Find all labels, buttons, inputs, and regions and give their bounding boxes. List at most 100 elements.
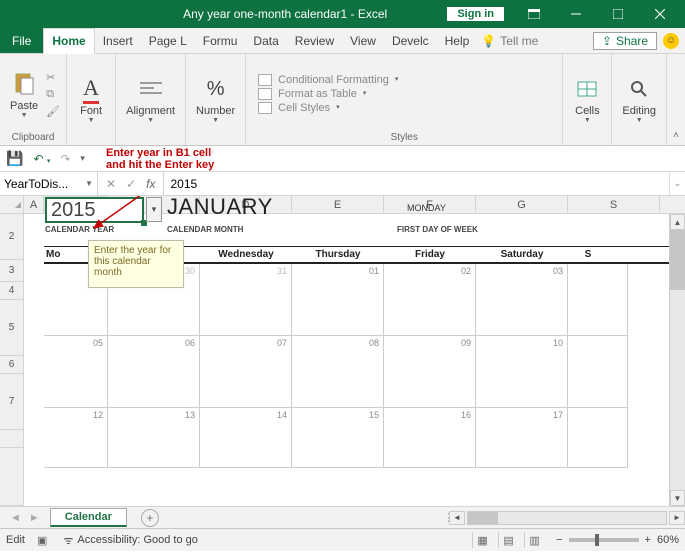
day-cell[interactable]: 15 xyxy=(292,408,384,468)
fx-icon[interactable]: fx xyxy=(146,177,155,191)
zoom-level[interactable]: 60% xyxy=(657,534,679,546)
close-icon[interactable] xyxy=(639,0,681,28)
row-4[interactable]: 4 xyxy=(0,282,24,300)
scroll-down-icon[interactable]: ▼ xyxy=(670,490,685,506)
worksheet-grid[interactable]: ◢ A B C D E F G S 2 3 4 5 6 7 2015 ▼ JAN… xyxy=(0,196,685,506)
day-cell[interactable]: 03 xyxy=(476,264,568,336)
row-7[interactable]: 7 xyxy=(0,374,24,430)
day-cell[interactable]: 06 xyxy=(108,336,200,408)
hscroll-thumb[interactable] xyxy=(468,512,498,524)
accessibility-label: Accessibility: Good to go xyxy=(77,534,197,546)
day-cell[interactable]: 31 xyxy=(200,264,292,336)
hscroll-track[interactable] xyxy=(467,511,667,525)
next-sheet-icon[interactable]: ► xyxy=(29,512,40,524)
font-button[interactable]: A Font▼ xyxy=(73,73,109,126)
customize-qat-icon[interactable]: ▾ xyxy=(80,153,85,164)
expand-formula-bar-icon[interactable]: ⌄ xyxy=(669,172,685,195)
cell-styles-button[interactable]: Cell Styles▾ xyxy=(258,102,339,114)
format-painter-icon[interactable]: 🖌 xyxy=(46,105,60,118)
scroll-track[interactable] xyxy=(670,230,685,490)
tab-view[interactable]: View xyxy=(342,28,384,53)
macro-record-icon[interactable]: ▣ xyxy=(37,534,47,547)
feedback-icon[interactable]: ☺ xyxy=(663,33,679,49)
minimize-icon[interactable] xyxy=(555,0,597,28)
new-sheet-icon[interactable]: + xyxy=(141,509,159,527)
day-cell[interactable]: 12 xyxy=(44,408,108,468)
day-cell[interactable]: 09 xyxy=(384,336,476,408)
vertical-scrollbar[interactable]: ▲ ▼ xyxy=(669,214,685,506)
name-box[interactable]: YearToDis... ▼ xyxy=(0,172,98,195)
scroll-left-icon[interactable]: ◄ xyxy=(449,511,465,525)
signin-button[interactable]: Sign in xyxy=(446,6,505,22)
day-cell[interactable]: 08 xyxy=(292,336,384,408)
day-cell[interactable]: 02 xyxy=(384,264,476,336)
row-6[interactable]: 6 xyxy=(0,356,24,374)
zoom-in-icon[interactable]: + xyxy=(645,534,651,546)
tab-formulas[interactable]: Formu xyxy=(195,28,246,53)
page-layout-view-icon[interactable]: ▤ xyxy=(498,532,518,548)
copy-icon[interactable]: ⧉ xyxy=(46,88,60,101)
share-button[interactable]: ⇪Share xyxy=(593,32,657,50)
day-cell[interactable]: 10 xyxy=(476,336,568,408)
day-cell[interactable]: 05 xyxy=(44,336,108,408)
cut-icon[interactable]: ✂ xyxy=(46,71,60,84)
row-8[interactable] xyxy=(0,430,24,448)
row-3[interactable]: 3 xyxy=(0,260,24,282)
ribbon-display-options-icon[interactable] xyxy=(513,0,555,28)
day-cell[interactable]: 14 xyxy=(200,408,292,468)
conditional-formatting-button[interactable]: Conditional Formatting▾ xyxy=(258,74,398,86)
collapse-ribbon-icon[interactable]: ˄ xyxy=(667,54,685,145)
day-cell[interactable]: 01 xyxy=(292,264,384,336)
tab-developer[interactable]: Develc xyxy=(384,28,437,53)
maximize-icon[interactable] xyxy=(597,0,639,28)
formula-input[interactable]: 2015 xyxy=(164,172,669,195)
paste-button[interactable]: Paste ▼ xyxy=(6,68,42,121)
day-cell[interactable]: 07 xyxy=(200,336,292,408)
day-cell[interactable]: 17 xyxy=(476,408,568,468)
format-as-table-button[interactable]: Format as Table▾ xyxy=(258,88,366,100)
year-dropdown-icon[interactable]: ▼ xyxy=(146,197,162,222)
tab-review[interactable]: Review xyxy=(287,28,342,53)
scroll-thumb[interactable] xyxy=(670,230,685,290)
tab-page-layout[interactable]: Page L xyxy=(141,28,195,53)
page-break-view-icon[interactable]: ▥ xyxy=(524,532,544,548)
editing-button[interactable]: Editing▼ xyxy=(618,73,660,126)
zoom-thumb[interactable] xyxy=(595,534,599,546)
day-cell[interactable] xyxy=(568,336,628,408)
undo-icon[interactable]: ↶ ▾ xyxy=(33,152,50,166)
zoom-out-icon[interactable]: − xyxy=(556,534,562,546)
align-icon xyxy=(137,75,165,103)
font-label: Font xyxy=(80,105,102,117)
cell-b1-year[interactable]: 2015 xyxy=(45,197,144,223)
redo-icon[interactable]: ↷ xyxy=(60,152,70,166)
normal-view-icon[interactable]: ▦ xyxy=(472,532,492,548)
row-2[interactable]: 2 xyxy=(0,214,24,260)
cells-icon xyxy=(573,75,601,103)
zoom-slider[interactable] xyxy=(569,538,639,542)
save-icon[interactable]: 💾 xyxy=(6,150,23,167)
tab-file[interactable]: File xyxy=(0,28,43,53)
scroll-up-icon[interactable]: ▲ xyxy=(670,214,685,230)
scroll-right-icon[interactable]: ► xyxy=(669,511,685,525)
day-cell[interactable]: 13 xyxy=(108,408,200,468)
tab-data[interactable]: Data xyxy=(245,28,286,53)
enter-formula-icon[interactable]: ✓ xyxy=(126,177,136,191)
day-cell[interactable] xyxy=(568,408,628,468)
tab-insert[interactable]: Insert xyxy=(95,28,141,53)
prev-sheet-icon[interactable]: ◄ xyxy=(10,512,21,524)
row-5[interactable]: 5 xyxy=(0,300,24,356)
accessibility-status[interactable]: ᯤ Accessibility: Good to go xyxy=(63,533,198,548)
tab-help[interactable]: Help xyxy=(437,28,478,53)
select-all-icon[interactable]: ◢ xyxy=(0,196,24,213)
sheet-tab-active[interactable]: Calendar xyxy=(50,508,127,527)
day-cell[interactable]: 16 xyxy=(384,408,476,468)
day-cell[interactable] xyxy=(568,264,628,336)
tab-home[interactable]: Home xyxy=(43,28,94,54)
cancel-formula-icon[interactable]: ✕ xyxy=(106,177,116,191)
row-9[interactable] xyxy=(0,448,24,506)
number-button[interactable]: % Number▼ xyxy=(192,73,239,126)
tell-me[interactable]: 💡 Tell me xyxy=(481,28,538,53)
alignment-button[interactable]: Alignment▼ xyxy=(122,73,179,126)
cells-button[interactable]: Cells▼ xyxy=(569,73,605,126)
cell-area[interactable]: 2015 ▼ JANUARY CALENDAR YEAR CALENDAR MO… xyxy=(24,196,685,506)
